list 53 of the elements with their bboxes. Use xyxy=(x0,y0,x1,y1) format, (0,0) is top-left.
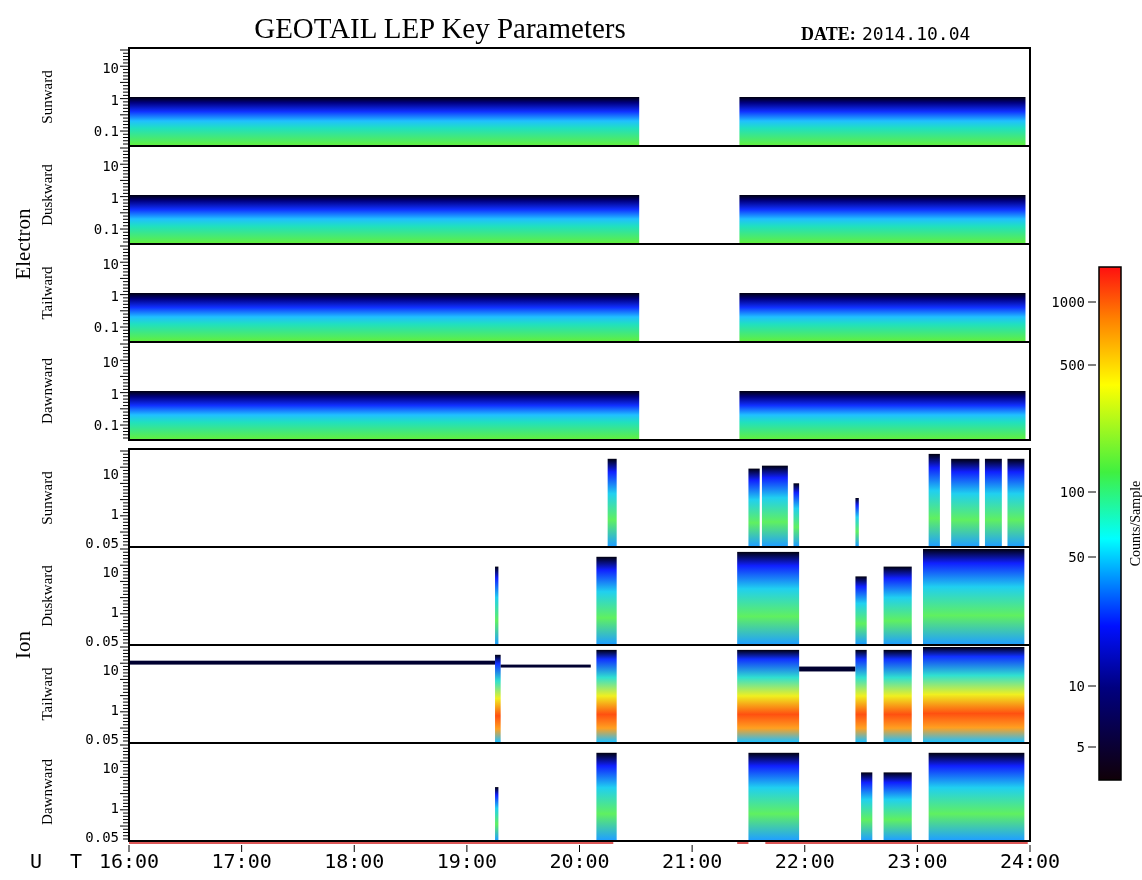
axis-tick-label: 10 xyxy=(102,760,119,777)
axis-tick-label: 0.1 xyxy=(93,221,119,238)
axis-tick-label: 1 xyxy=(110,505,119,522)
panel-label: Duskward xyxy=(39,565,55,627)
panel-label: Tailward xyxy=(39,667,55,721)
axis-tick-label: 22:00 xyxy=(774,849,835,873)
axis-tick-label: 16:00 xyxy=(98,849,160,873)
axis-tick-label: 10 xyxy=(102,353,119,370)
axis-tick-label: 1 xyxy=(110,385,119,402)
date-label: DATE: xyxy=(801,24,856,44)
panel-label: Dawnward xyxy=(39,759,55,825)
axis-tick-label: 24:00 xyxy=(999,849,1061,873)
axis-tick-label: 0.05 xyxy=(85,633,119,650)
axis-tick-label: 17:00 xyxy=(211,849,272,873)
axis-tick-label: 23:00 xyxy=(887,849,948,873)
axis-tick-label: 0.1 xyxy=(93,417,119,434)
colorbar-tick-label: 500 xyxy=(1059,357,1085,373)
colorbar-tick-label: 1000 xyxy=(1051,294,1085,310)
axis-tick-label: 1 xyxy=(110,91,119,108)
axis-tick-label: 10 xyxy=(102,662,119,679)
axis-tick-label: 1 xyxy=(110,701,119,718)
axis-tick-label: 0.05 xyxy=(85,829,119,846)
panel-label: Sunward xyxy=(39,70,55,124)
panel-label: Dawnward xyxy=(39,358,55,424)
axis-tick-label: 0.1 xyxy=(93,319,119,336)
axis-tick-label: 10 xyxy=(102,564,119,581)
axis-tick-label: 19:00 xyxy=(436,849,497,873)
colorbar-tick-label: 10 xyxy=(1068,678,1085,694)
date-value: 2014.10.04 xyxy=(862,23,971,44)
axis-tick-label: 20:00 xyxy=(549,849,610,873)
axis-tick-label: 21:00 xyxy=(662,849,723,873)
group-label: Electron xyxy=(11,208,35,280)
colorbar-tick-label: 100 xyxy=(1059,484,1085,500)
axis-tick-label: 10 xyxy=(102,466,119,483)
axis-tick-label: 18:00 xyxy=(324,849,385,873)
panel-label: Sunward xyxy=(39,471,55,525)
axis-tick-label: 1 xyxy=(110,603,119,620)
axis-tick-label: 0.05 xyxy=(85,535,119,552)
axis-label: U T xyxy=(30,849,91,873)
axis-tick-label: 1 xyxy=(110,189,119,206)
axis-tick-label: 0.1 xyxy=(93,123,119,140)
colorbar-tick-label: 5 xyxy=(1076,739,1085,755)
panel-label: Duskward xyxy=(39,164,55,226)
group-label: Ion xyxy=(11,631,35,659)
axis-tick-label: 0.05 xyxy=(85,731,119,748)
axis-tick-label: 10 xyxy=(102,59,119,76)
chart-title: GEOTAIL LEP Key Parameters xyxy=(254,12,626,44)
axis-tick-label: 10 xyxy=(102,255,119,272)
colorbar-tick-label: 50 xyxy=(1068,549,1085,565)
axis-tick-label: 1 xyxy=(110,287,119,304)
axis-tick-label: 1 xyxy=(110,799,119,816)
panel-label: Tailward xyxy=(39,266,55,320)
axis-tick-label: 10 xyxy=(102,157,119,174)
